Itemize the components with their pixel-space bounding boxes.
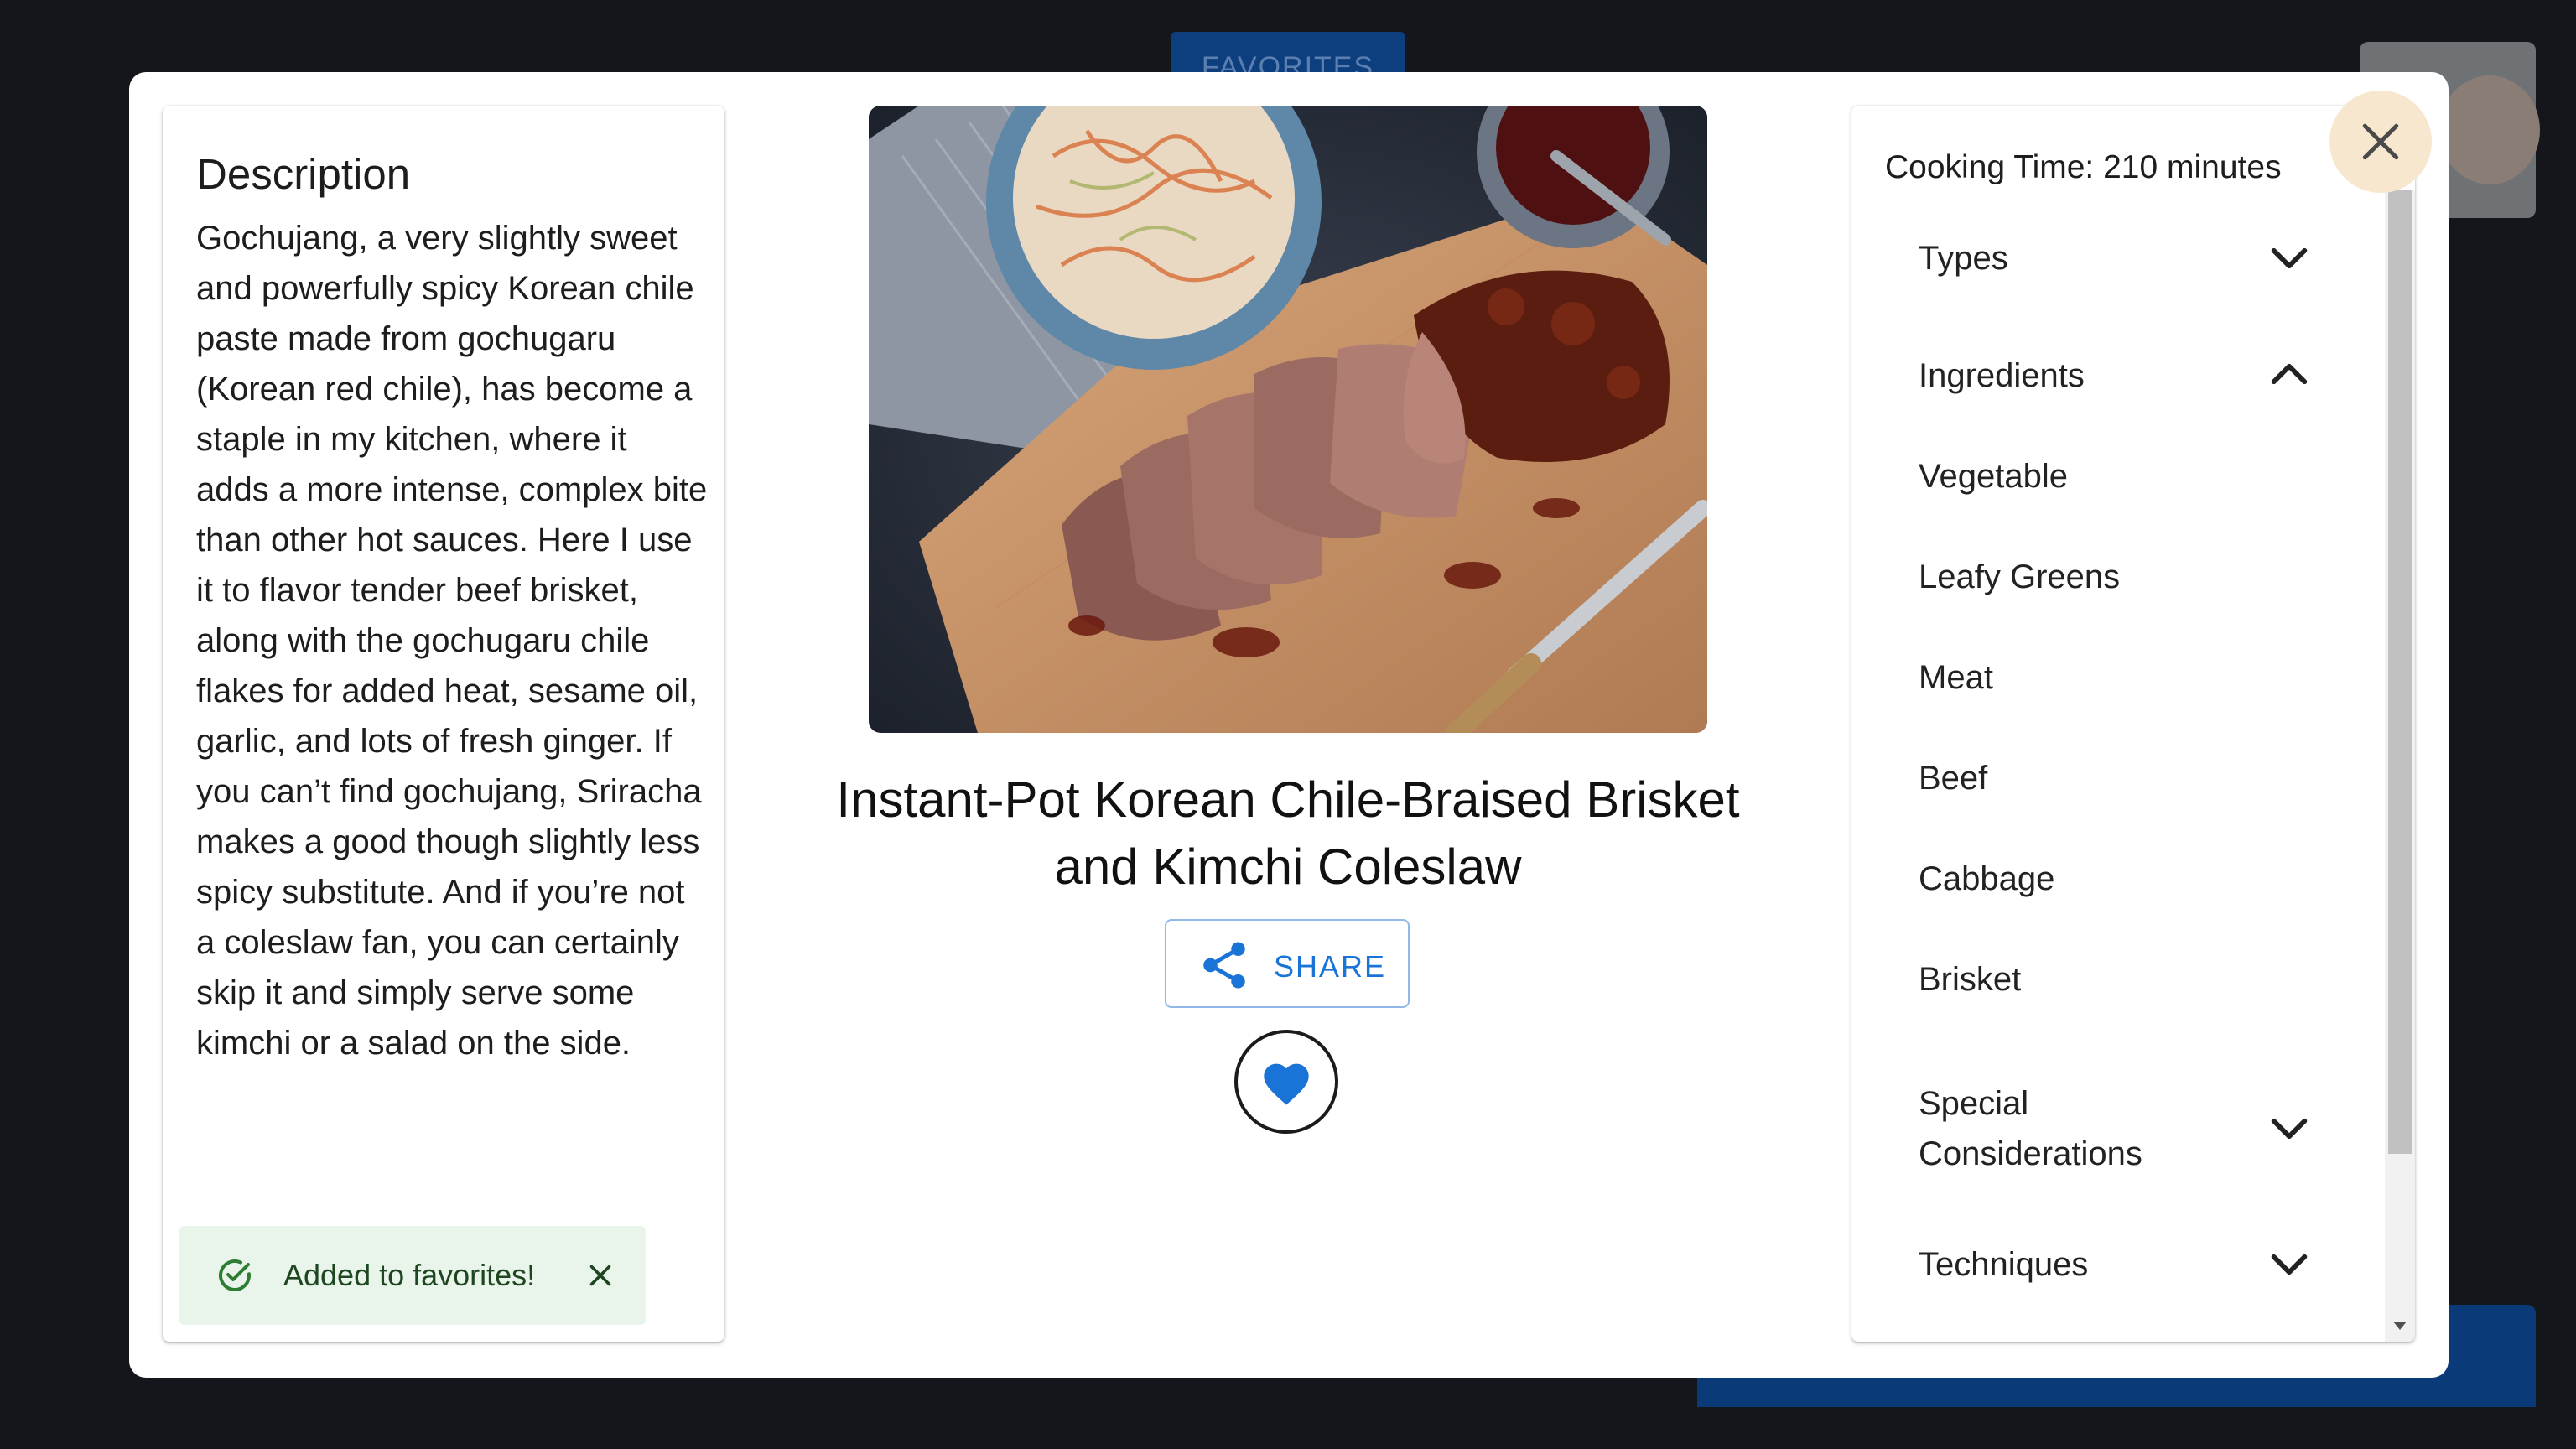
- added-to-favorites-alert: Added to favorites!: [179, 1226, 646, 1325]
- scroll-down-arrow-icon[interactable]: [2393, 1322, 2407, 1330]
- chevron-up-icon: [2271, 363, 2308, 385]
- favorite-button[interactable]: [1234, 1030, 1338, 1134]
- heart-icon: [1264, 1063, 1309, 1105]
- description-heading: Description: [196, 150, 411, 198]
- check-circle-icon: [219, 1259, 251, 1291]
- ingredient-item: Brisket: [1919, 961, 2022, 998]
- scrollbar-thumb[interactable]: [2388, 190, 2412, 1154]
- close-icon[interactable]: [585, 1260, 615, 1291]
- special-considerations-accordion[interactable]: Special Considerations: [1919, 1078, 2308, 1179]
- recipe-modal: Description Gochujang, a very slightly s…: [129, 72, 2449, 1378]
- ingredient-item: Leafy Greens: [1919, 558, 2121, 595]
- description-card: Description Gochujang, a very slightly s…: [163, 106, 724, 1342]
- share-label: SHARE: [1274, 949, 1387, 984]
- recipe-title: Instant-Pot Korean Chile-Braised Brisket…: [836, 771, 1740, 895]
- ingredient-item: Meat: [1919, 659, 1993, 696]
- share-button[interactable]: SHARE: [1165, 919, 1410, 1008]
- ingredient-item: Beef: [1919, 760, 1988, 797]
- ingredients-accordion[interactable]: Ingredients: [1919, 357, 2321, 395]
- cooking-time: Cooking Time: 210 minutes: [1885, 149, 2282, 185]
- techniques-label: Techniques: [1919, 1246, 2089, 1283]
- brisket-image: [869, 106, 1707, 733]
- ingredients-label: Ingredients: [1919, 357, 2085, 394]
- techniques-accordion[interactable]: Techniques: [1919, 1246, 2321, 1284]
- special-considerations-label: Special Considerations: [1919, 1085, 2142, 1172]
- background-avatar: [2439, 75, 2540, 184]
- recipe-photo: [869, 106, 1707, 733]
- types-label: Types: [1919, 240, 2008, 277]
- chevron-down-icon: [2271, 1254, 2308, 1275]
- description-text: Gochujang, a very slightly sweet and pow…: [196, 220, 708, 1062]
- ingredient-item: Vegetable: [1919, 458, 2068, 495]
- ingredient-item: Cabbage: [1919, 860, 2055, 897]
- share-icon: [1203, 942, 1245, 989]
- close-modal-button[interactable]: [2329, 91, 2432, 193]
- details-scrollbar[interactable]: [2385, 190, 2415, 1342]
- types-accordion[interactable]: Types: [1919, 240, 2321, 278]
- chevron-down-icon: [2271, 247, 2308, 269]
- alert-message: Added to favorites!: [283, 1258, 536, 1292]
- recipe-details-card: Cooking Time: 210 minutes Types Ingredie…: [1852, 106, 2415, 1342]
- close-icon: [2362, 123, 2399, 160]
- chevron-down-icon: [2271, 1118, 2308, 1140]
